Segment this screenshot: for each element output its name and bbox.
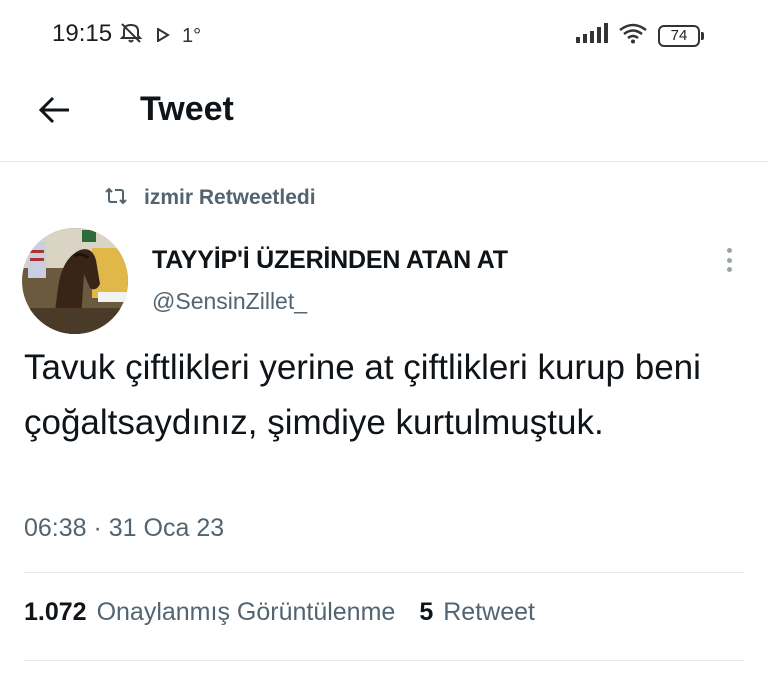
views-stat[interactable]: 1.072 Onaylanmış Görüntülenme [24, 598, 395, 627]
header: Tweet [0, 70, 768, 162]
dot [726, 248, 732, 253]
author-name[interactable]: TAYYİP'İ ÜZERİNDEN ATAN AT [152, 246, 508, 275]
status-icons-right: 74 [576, 22, 704, 49]
divider [24, 660, 744, 661]
temperature-text: 1° [182, 24, 202, 47]
status-icons-left: 1° [119, 22, 202, 50]
avatar[interactable] [22, 228, 128, 334]
wifi-icon [618, 22, 648, 49]
play-icon [156, 25, 170, 48]
status-time: 19:15 [52, 20, 113, 47]
tweet-timestamp[interactable]: 06:38 · 31 Oca 23 [24, 514, 224, 543]
more-options-button[interactable] [718, 244, 740, 276]
retweet-label: izmir Retweetledi [144, 186, 316, 209]
retweets-stat[interactable]: 5 Retweet [419, 598, 535, 627]
status-bar: 19:15 1° 74 [0, 0, 768, 70]
retweets-label: Retweet [443, 598, 535, 626]
battery-level: 74 [658, 24, 700, 47]
battery-icon: 74 [658, 24, 704, 47]
retweet-icon [104, 187, 128, 210]
views-label: Onaylanmış Görüntülenme [96, 598, 396, 626]
tweet-stats: 1.072 Onaylanmış Görüntülenme 5 Retweet [24, 598, 535, 627]
dot [726, 267, 732, 272]
mute-icon [119, 22, 144, 50]
signal-icon [576, 23, 608, 48]
views-count: 1.072 [24, 598, 87, 626]
divider [24, 572, 744, 573]
dot [726, 257, 732, 263]
author-handle[interactable]: @SensinZillet_ [152, 288, 307, 315]
battery-tip [701, 31, 704, 40]
retweet-indicator[interactable]: izmir Retweetledi [104, 186, 316, 210]
back-button[interactable] [34, 92, 74, 132]
retweets-count: 5 [419, 598, 434, 626]
tweet-text: Tavuk çiftlikleri yerine at çiftlikleri … [24, 348, 701, 442]
arrow-left-icon [37, 95, 71, 130]
page-title: Tweet [140, 90, 234, 128]
